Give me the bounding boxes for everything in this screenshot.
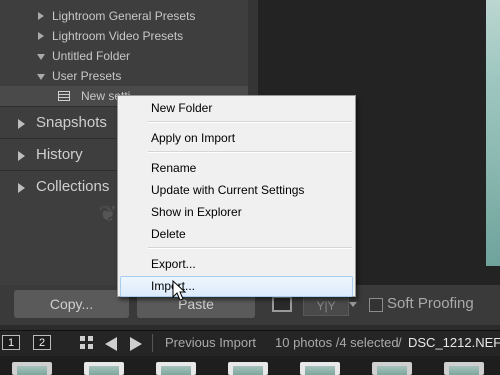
collapse-triangle-icon[interactable]	[37, 54, 45, 60]
copy-button[interactable]: Copy...	[14, 290, 129, 318]
filmstrip-thumbnail[interactable]	[372, 362, 412, 375]
preset-folder-untitled[interactable]: Untitled Folder	[0, 46, 248, 66]
chevron-down-icon[interactable]	[349, 302, 357, 307]
preset-folder-lightroom-video[interactable]: Lightroom Video Presets	[0, 26, 248, 46]
expand-triangle-icon[interactable]	[18, 119, 25, 129]
path-separator: /	[398, 335, 402, 350]
menu-item-update-settings[interactable]: Update with Current Settings	[120, 180, 353, 201]
filmstrip-thumbnail[interactable]	[12, 362, 52, 375]
divider	[152, 334, 153, 352]
expand-triangle-icon[interactable]	[18, 151, 25, 161]
preset-folder-label: Lightroom General Presets	[52, 9, 196, 23]
menu-item-show-in-explorer[interactable]: Show in Explorer	[120, 202, 353, 223]
filmstrip-thumbnail[interactable]	[84, 362, 124, 375]
collapse-triangle-icon[interactable]	[37, 74, 45, 80]
grid-view-icon[interactable]	[80, 336, 94, 350]
menu-separator	[148, 121, 352, 123]
context-menu: New Folder Apply on Import Rename Update…	[117, 95, 356, 297]
panel-scrollbar[interactable]	[248, 0, 258, 100]
menu-item-label: Export...	[151, 257, 196, 271]
preset-folder-label: User Presets	[52, 69, 122, 83]
soft-proofing-label: Soft Proofing	[387, 295, 474, 312]
file-name[interactable]: DSC_1212.NEF	[408, 335, 500, 351]
screen-1-button[interactable]: 1	[2, 335, 20, 350]
screen-2-button[interactable]: 2	[33, 335, 51, 350]
section-label: History	[36, 146, 83, 163]
menu-separator	[148, 151, 352, 153]
menu-item-label: Apply on Import	[151, 131, 236, 145]
source-label[interactable]: Previous Import	[165, 335, 256, 351]
filmstrip-thumbnail[interactable]	[300, 362, 340, 375]
menu-separator	[148, 247, 352, 249]
next-arrow-icon[interactable]	[130, 337, 142, 351]
photo-count: 10 photos /4 selected	[275, 335, 399, 350]
expand-triangle-icon[interactable]	[18, 183, 25, 193]
menu-item-apply-on-import[interactable]: Apply on Import	[120, 128, 353, 149]
filmstrip-thumbnail[interactable]	[156, 362, 196, 375]
expand-triangle-icon[interactable]	[38, 32, 44, 40]
menu-item-new-folder[interactable]: New Folder	[120, 98, 353, 119]
before-after-button[interactable]: Y|Y	[303, 296, 349, 316]
menu-item-export[interactable]: Export...	[120, 254, 353, 275]
mouse-pointer-icon	[172, 280, 187, 301]
menu-item-delete[interactable]: Delete	[120, 224, 353, 245]
expand-triangle-icon[interactable]	[38, 12, 44, 20]
photo-preview	[486, 0, 500, 266]
filmstrip-thumbnail[interactable]	[228, 362, 268, 375]
menu-item-rename[interactable]: Rename	[120, 158, 353, 179]
section-label: Snapshots	[36, 114, 107, 131]
filmstrip-thumbnail[interactable]	[444, 362, 484, 375]
loupe-view-button[interactable]	[272, 296, 292, 312]
preset-folder-label: Lightroom Video Presets	[52, 29, 184, 43]
preset-folder-user-presets[interactable]: User Presets	[0, 66, 248, 86]
preset-folder-label: Untitled Folder	[52, 49, 131, 63]
previous-arrow-icon[interactable]	[105, 337, 117, 351]
menu-item-label: Update with Current Settings	[151, 183, 305, 197]
soft-proofing-checkbox[interactable]	[369, 298, 383, 312]
menu-item-label: Rename	[151, 161, 197, 175]
menu-item-import[interactable]: Import...	[120, 276, 353, 297]
menu-item-label: New Folder	[151, 101, 213, 115]
preset-document-icon	[58, 91, 70, 101]
menu-item-label: Delete	[151, 227, 186, 241]
menu-item-label: Show in Explorer	[151, 205, 242, 219]
section-label: Collections	[36, 178, 110, 195]
preset-folder-lightroom-general[interactable]: Lightroom General Presets	[0, 6, 248, 26]
